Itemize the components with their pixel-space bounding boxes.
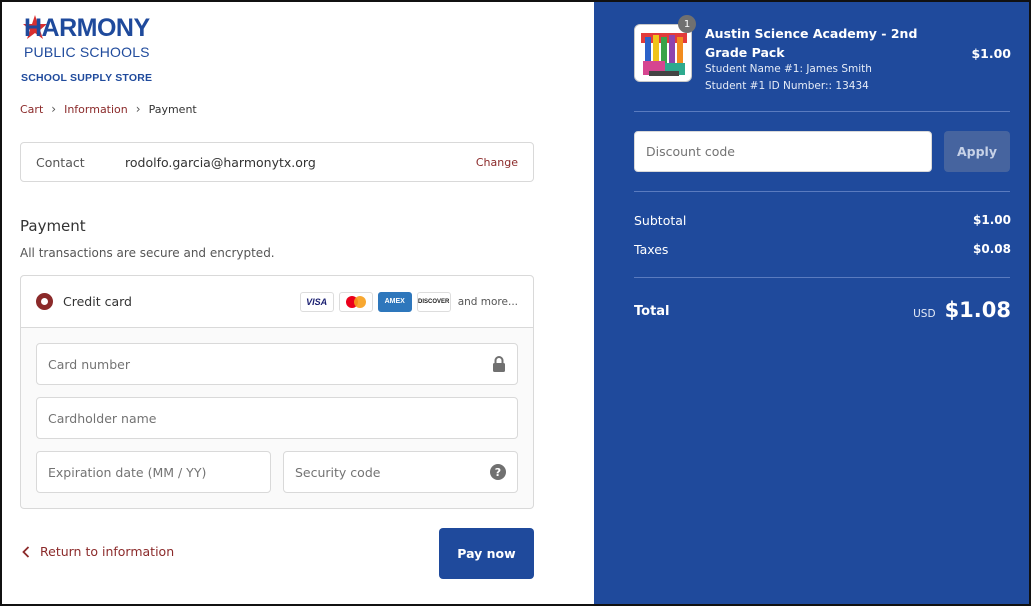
contact-label: Contact <box>36 154 85 170</box>
logo-store-name: SCHOOL SUPPLY STORE <box>21 72 153 84</box>
apply-discount-button[interactable]: Apply <box>944 131 1010 172</box>
credit-card-option[interactable]: Credit card VISA AMEX DISCOVER and more.… <box>21 276 533 328</box>
product-title: Austin Science Academy - 2nd Grade Pack <box>705 26 918 60</box>
cardholder-name-input[interactable]: Cardholder name <box>36 397 518 439</box>
card-number-placeholder: Card number <box>48 356 131 372</box>
expiration-date-placeholder: Expiration date (MM / YY) <box>48 464 207 480</box>
help-icon[interactable]: ? <box>490 464 506 480</box>
quantity-badge: 1 <box>678 15 696 33</box>
payment-title: Payment <box>20 217 86 235</box>
breadcrumb-information[interactable]: Information <box>64 103 128 116</box>
product-thumbnail <box>634 24 692 82</box>
product-price: $1.00 <box>971 46 1011 61</box>
card-brands: VISA AMEX DISCOVER and more... <box>299 291 518 312</box>
breadcrumb-payment: Payment <box>148 102 197 116</box>
cardholder-name-placeholder: Cardholder name <box>48 410 157 426</box>
payment-subtitle: All transactions are secure and encrypte… <box>20 246 275 260</box>
contact-email: rodolfo.garcia@harmonytx.org <box>125 154 316 170</box>
return-label: Return to information <box>40 544 175 559</box>
total-value: $1.08 <box>944 298 1011 322</box>
credit-card-radio[interactable] <box>36 293 53 310</box>
logo-title: HARMONY <box>24 14 150 42</box>
order-summary: 1 Austin Science Academy - 2nd Grade Pac… <box>594 2 1029 604</box>
return-to-information-link[interactable]: Return to information <box>22 544 174 559</box>
lock-icon <box>493 356 505 372</box>
total-amount: USD $1.08 <box>913 298 1011 322</box>
amex-icon: AMEX <box>377 291 412 312</box>
taxes-value: $0.08 <box>973 242 1011 256</box>
total-currency: USD <box>913 308 936 320</box>
chevron-left-icon <box>22 545 30 558</box>
subtotal-value: $1.00 <box>973 213 1011 227</box>
chevron-right-icon: › <box>51 102 57 116</box>
store-logo[interactable]: HARMONY PUBLIC SCHOOLS SCHOOL SUPPLY STO… <box>20 14 160 88</box>
contact-summary: Contact rodolfo.garcia@harmonytx.org Cha… <box>20 142 534 182</box>
checkout-main: HARMONY PUBLIC SCHOOLS SCHOOL SUPPLY STO… <box>2 2 594 604</box>
discount-code-input[interactable]: Discount code <box>634 131 932 172</box>
taxes-label: Taxes <box>634 242 669 257</box>
mastercard-icon <box>338 291 373 312</box>
expiration-date-input[interactable]: Expiration date (MM / YY) <box>36 451 271 493</box>
checkout-page: HARMONY PUBLIC SCHOOLS SCHOOL SUPPLY STO… <box>0 0 1031 606</box>
pay-now-button[interactable]: Pay now <box>439 528 534 579</box>
card-number-input[interactable]: Card number <box>36 343 518 385</box>
visa-icon: VISA <box>299 291 334 312</box>
supplies-image-icon <box>641 33 687 76</box>
divider <box>634 191 1010 192</box>
student-name: Student Name #1: James Smith <box>705 63 872 75</box>
student-id: Student #1 ID Number:: 13434 <box>705 80 869 92</box>
chevron-right-icon: › <box>135 102 141 116</box>
divider <box>634 277 1010 278</box>
security-code-placeholder: Security code <box>295 464 381 480</box>
logo-subtitle: PUBLIC SCHOOLS <box>24 44 150 60</box>
security-code-input[interactable]: Security code ? <box>283 451 518 493</box>
credit-card-label: Credit card <box>63 294 132 309</box>
breadcrumb-cart[interactable]: Cart <box>20 103 43 116</box>
discount-code-placeholder: Discount code <box>646 144 735 159</box>
breadcrumb: Cart › Information › Payment <box>20 102 197 116</box>
change-contact-link[interactable]: Change <box>476 156 518 169</box>
discover-icon: DISCOVER <box>416 291 451 312</box>
total-label: Total <box>634 304 670 319</box>
more-cards-label: and more... <box>457 295 518 308</box>
divider <box>634 111 1010 112</box>
subtotal-label: Subtotal <box>634 213 687 228</box>
